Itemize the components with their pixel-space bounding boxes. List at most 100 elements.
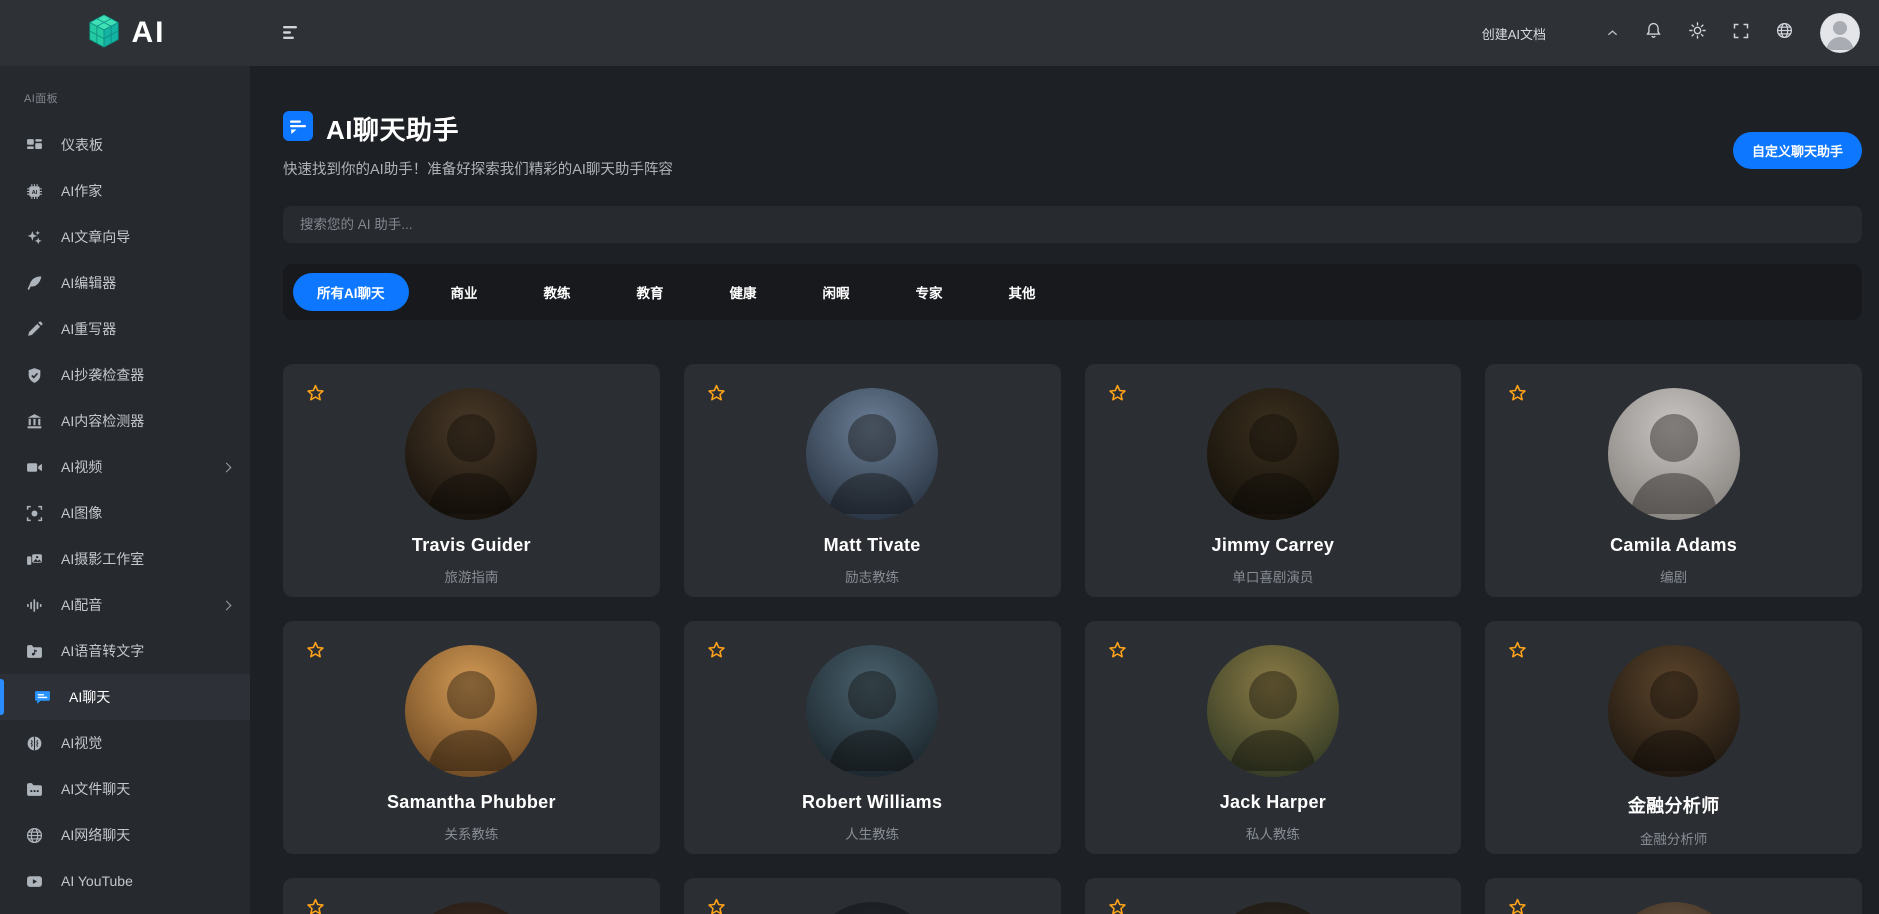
shield-check-icon	[24, 367, 44, 384]
sidebar-item[interactable]: 仪表板	[0, 122, 250, 168]
youtube-icon	[24, 873, 44, 890]
filter-pill[interactable]: 专家	[892, 273, 967, 311]
star-icon[interactable]	[305, 640, 326, 661]
dashboard-icon	[24, 137, 44, 154]
assistant-card[interactable]	[684, 878, 1061, 914]
assistant-name: Robert Williams	[684, 792, 1061, 813]
star-icon[interactable]	[305, 383, 326, 404]
topbar-icon[interactable]	[1645, 22, 1662, 44]
sidebar-menu: 仪表板 AI AI作家 AI文章向导 AI编辑器 AI重写器 AI抄袭检	[0, 122, 250, 904]
folder-audio-icon	[24, 643, 44, 660]
topbar-icon[interactable]	[1689, 22, 1706, 44]
person-silhouette-icon	[405, 388, 537, 520]
star-icon[interactable]	[1107, 897, 1128, 914]
sidebar-item[interactable]: AI文件聊天	[0, 766, 250, 812]
fullscreen-icon	[1733, 23, 1749, 44]
assistant-card[interactable]: Matt Tivate 励志教练	[684, 364, 1061, 597]
star-icon[interactable]	[305, 897, 326, 914]
sidebar-item[interactable]: AI视觉	[0, 720, 250, 766]
filter-pill[interactable]: 所有AI聊天	[293, 273, 409, 311]
sidebar-item[interactable]: AI YouTube	[0, 858, 250, 904]
sidebar-item[interactable]: AI视频	[0, 444, 250, 490]
assistant-card[interactable]	[283, 878, 660, 914]
assistant-card[interactable]: Jimmy Carrey 单口喜剧演员	[1085, 364, 1462, 597]
chat-bubble-badge-icon	[283, 111, 313, 146]
assistant-role: 单口喜剧演员	[1085, 566, 1462, 586]
assistant-card[interactable]	[1085, 878, 1462, 914]
filter-pill[interactable]: 健康	[706, 273, 781, 311]
star-icon[interactable]	[706, 897, 727, 914]
assistant-card[interactable]: Jack Harper 私人教练	[1085, 621, 1462, 854]
create-ai-doc-button[interactable]: 创建AI文档	[1482, 24, 1546, 43]
assistant-avatar	[405, 902, 537, 914]
assistant-card[interactable]: Samantha Phubber 关系教练	[283, 621, 660, 854]
sidebar-item[interactable]: AI配音	[0, 582, 250, 628]
caret-up-icon[interactable]	[1607, 29, 1618, 37]
assistant-card[interactable]	[1485, 878, 1862, 914]
video-icon	[24, 459, 44, 476]
sidebar-item[interactable]: AI图像	[0, 490, 250, 536]
assistant-card[interactable]: 金融分析师 金融分析师	[1485, 621, 1862, 854]
filter-pill-label: 其他	[1009, 286, 1036, 301]
sidebar-item-label: AI视觉	[61, 733, 102, 753]
star-icon[interactable]	[1107, 640, 1128, 661]
filter-pill[interactable]: 其他	[985, 273, 1060, 311]
person-silhouette-icon	[1207, 388, 1339, 520]
folder-chat-icon	[24, 781, 44, 798]
brand-logo[interactable]: AI	[0, 12, 250, 55]
topbar-icon[interactable]	[1776, 22, 1793, 44]
filter-pill[interactable]: 商业	[427, 273, 502, 311]
bank-icon	[24, 413, 44, 430]
filter-pill-label: 教育	[637, 286, 664, 301]
filter-pill[interactable]: 教练	[520, 273, 595, 311]
assistant-card[interactable]: Camila Adams 编剧	[1485, 364, 1862, 597]
sidebar-item-label: AI聊天	[69, 687, 110, 707]
star-icon[interactable]	[1507, 897, 1528, 914]
custom-chat-assistant-button[interactable]: 自定义聊天助手	[1733, 132, 1862, 169]
sidebar-item[interactable]: AI文章向导	[0, 214, 250, 260]
pencil-icon	[24, 321, 44, 338]
star-icon[interactable]	[706, 640, 727, 661]
person-silhouette-icon	[1608, 645, 1740, 777]
sidebar-item-label: AI YouTube	[61, 873, 133, 889]
topbar-icon[interactable]	[1733, 23, 1749, 44]
topbar-actions: 创建AI文档	[1482, 13, 1879, 53]
sidebar-item[interactable]: AI摄影工作室	[0, 536, 250, 582]
assistant-card[interactable]: Robert Williams 人生教练	[684, 621, 1061, 854]
sidebar-item[interactable]: AI抄袭检查器	[0, 352, 250, 398]
filter-pill-label: 商业	[451, 286, 478, 301]
assistant-name: Jimmy Carrey	[1085, 535, 1462, 556]
sidebar-item[interactable]: AI聊天	[0, 674, 250, 720]
star-icon[interactable]	[1507, 640, 1528, 661]
assistant-name: Jack Harper	[1085, 792, 1462, 813]
svg-text:AI: AI	[31, 189, 37, 195]
assistant-avatar	[1207, 645, 1339, 777]
search-input[interactable]	[283, 206, 1862, 243]
sidebar-item-label: AI文件聊天	[61, 779, 130, 799]
person-silhouette-icon	[1207, 902, 1339, 914]
chat-icon	[32, 689, 52, 706]
sidebar-item[interactable]: AI网络聊天	[0, 812, 250, 858]
star-icon[interactable]	[1107, 383, 1128, 404]
assistant-card[interactable]: Travis Guider 旅游指南	[283, 364, 660, 597]
star-icon[interactable]	[1507, 383, 1528, 404]
sidebar-item[interactable]: AI编辑器	[0, 260, 250, 306]
assistant-role: 励志教练	[684, 566, 1061, 586]
sidebar-item[interactable]: AI内容检测器	[0, 398, 250, 444]
sidebar-item[interactable]: AI重写器	[0, 306, 250, 352]
sidebar-toggle-button[interactable]	[283, 26, 301, 40]
assistant-grid: Travis Guider 旅游指南 Matt Tivate 励志教练 Jimm…	[283, 364, 1862, 854]
assistant-avatar	[1608, 388, 1740, 520]
sidebar-item-label: AI图像	[61, 503, 102, 523]
sidebar-item-label: AI视频	[61, 457, 102, 477]
user-avatar[interactable]	[1820, 13, 1860, 53]
sidebar-item[interactable]: AI AI作家	[0, 168, 250, 214]
filter-pill[interactable]: 闲暇	[799, 273, 874, 311]
filter-pill[interactable]: 教育	[613, 273, 688, 311]
sidebar-item-label: AI抄袭检查器	[61, 365, 144, 385]
sun-icon	[1689, 22, 1706, 44]
assistant-avatar	[405, 388, 537, 520]
sidebar-item[interactable]: AI语音转文字	[0, 628, 250, 674]
star-icon[interactable]	[706, 383, 727, 404]
filter-pill-label: 所有AI聊天	[317, 286, 385, 301]
